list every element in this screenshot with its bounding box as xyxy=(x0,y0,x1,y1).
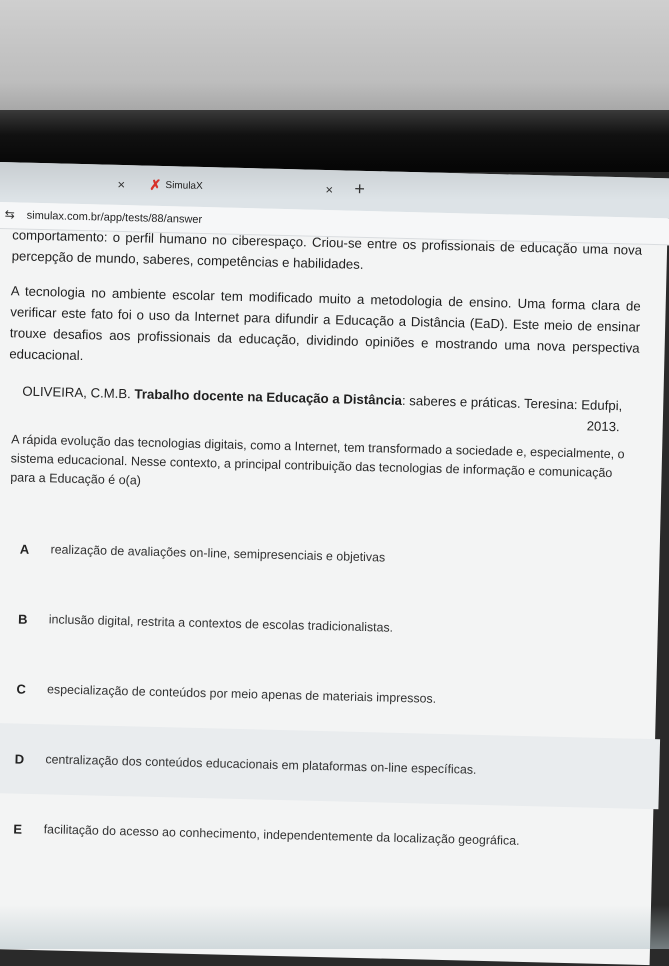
question-text: A rápida evolução das tecnologias digita… xyxy=(10,432,625,488)
option-letter: B xyxy=(17,611,28,627)
option-letter: A xyxy=(19,541,30,557)
answer-options: A realização de avaliações on-line, semi… xyxy=(0,513,661,878)
citation-author: OLIVEIRA, C.M.B. xyxy=(22,383,132,402)
close-tab-icon[interactable]: × xyxy=(117,177,125,192)
simulax-favicon-icon: ✗ xyxy=(149,176,162,193)
option-letter: D xyxy=(14,751,25,767)
option-text: centralização dos conteúdos educacionais… xyxy=(45,752,477,777)
citation-rest: : saberes e práticas. Teresina: Edufpi, xyxy=(401,392,623,414)
option-text: facilitação do acesso ao conhecimento, i… xyxy=(43,822,520,848)
passage-paragraph-2: A tecnologia no ambiente escolar tem mod… xyxy=(9,283,641,364)
close-tab-icon[interactable]: × xyxy=(325,182,333,197)
browser-screen: × ✗ SimulaX × + ⇆ simulax.com.br/app/tes… xyxy=(0,162,669,966)
monitor-bezel xyxy=(0,110,669,172)
tab-title[interactable]: SimulaX xyxy=(165,180,203,192)
new-tab-button[interactable]: + xyxy=(354,179,365,200)
option-text: especialização de conteúdos por meio ape… xyxy=(46,682,437,706)
screen-glare xyxy=(0,905,669,949)
url-text[interactable]: simulax.com.br/app/tests/88/answer xyxy=(27,210,203,226)
option-letter: C xyxy=(16,681,27,697)
citation-title: Trabalho docente na Educação a Distância xyxy=(134,386,403,408)
option-e[interactable]: E facilitação do acesso ao conhecimento,… xyxy=(0,793,628,878)
option-letter: E xyxy=(13,821,23,837)
question-content: comportamento: o perfil humano no cibere… xyxy=(0,224,661,878)
site-settings-icon[interactable]: ⇆ xyxy=(5,207,15,221)
option-text: realização de avaliações on-line, semipr… xyxy=(50,542,386,565)
option-text: inclusão digital, restrita a contextos d… xyxy=(48,612,394,635)
